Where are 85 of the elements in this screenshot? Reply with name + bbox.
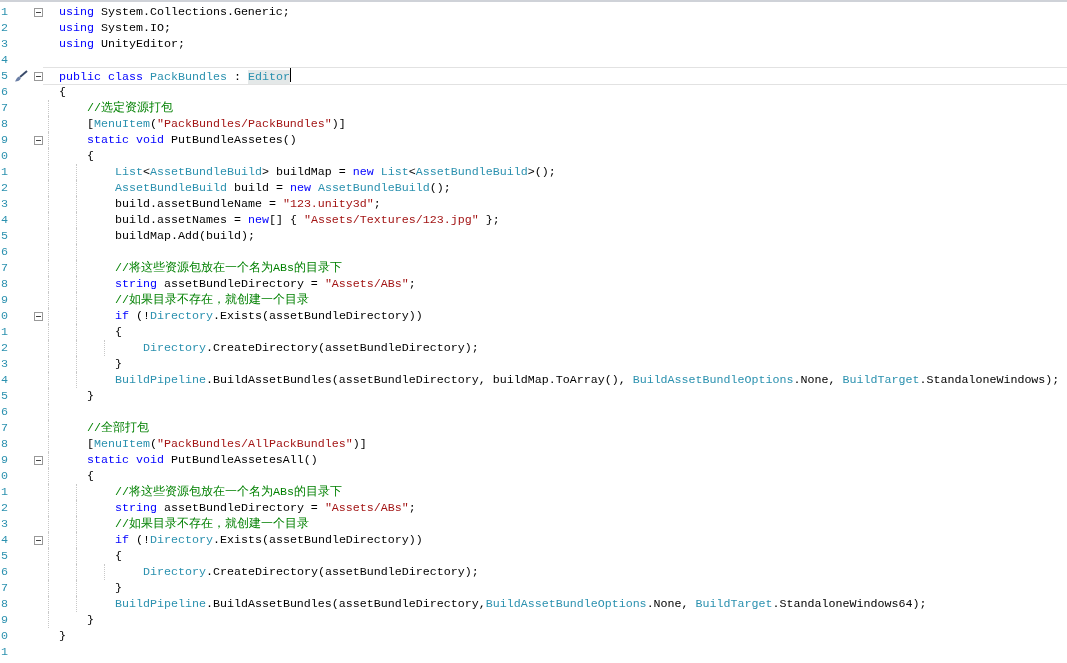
code-line: } — [87, 388, 94, 404]
code-line: //将这些资源包放在一个名为ABs的目录下 — [115, 484, 342, 500]
line-number: 9 — [0, 452, 8, 468]
line-number: 5 — [0, 228, 8, 244]
code-line: string assetBundleDirectory = "Assets/ABs"; — [115, 276, 416, 292]
line-number: 8 — [0, 276, 8, 292]
line-number: 4 — [0, 212, 8, 228]
code-line: AssetBundleBuild build = new AssetBundleBuild(); — [115, 180, 451, 196]
line-number: 7 — [0, 260, 8, 276]
line-number: 8 — [0, 436, 8, 452]
line-number: 2 — [0, 340, 8, 356]
code-line: BuildPipeline.BuildAssetBundles(assetBundleDirectory,BuildAssetBundleOptions.None, BuildTarget.StandaloneWindows64); — [115, 596, 927, 612]
code-line: [MenuItem("PackBundles/PackBundles")] — [87, 116, 346, 132]
code-line: Directory.CreateDirectory(assetBundleDirectory); — [143, 564, 479, 580]
code-line: } — [87, 612, 94, 628]
code-line: { — [87, 468, 94, 484]
code-line: } — [59, 628, 66, 644]
code-line: { — [115, 548, 122, 564]
line-number: 6 — [0, 404, 8, 420]
line-number: 1 — [0, 4, 8, 20]
code-line: public class PackBundles : Editor — [59, 68, 291, 85]
line-number: 3 — [0, 36, 8, 52]
code-line: //如果目录不存在，就创建一个目录 — [115, 292, 309, 308]
code-line: //将这些资源包放在一个名为ABs的目录下 — [115, 260, 342, 276]
code-line: //选定资源打包 — [87, 100, 173, 116]
line-number: 5 — [0, 388, 8, 404]
collapse-icon[interactable] — [34, 135, 43, 145]
code-line: static void PutBundleAssetes() — [87, 132, 297, 148]
line-number: 9 — [0, 132, 8, 148]
code-line: build.assetNames = new[] { "Assets/Textures/123.jpg" }; — [115, 212, 500, 228]
line-number: 0 — [0, 308, 8, 324]
line-number: 0 — [0, 148, 8, 164]
code-line: string assetBundleDirectory = "Assets/ABs"; — [115, 500, 416, 516]
code-line: static void PutBundleAssetesAll() — [87, 452, 318, 468]
line-number: 5 — [0, 68, 8, 84]
code-line: [MenuItem("PackBundles/AllPackBundles")] — [87, 436, 367, 452]
line-number: 7 — [0, 100, 8, 116]
line-number: 8 — [0, 116, 8, 132]
line-number: 7 — [0, 580, 8, 596]
line-number: 4 — [0, 52, 8, 68]
code-line: { — [59, 84, 66, 100]
code-line: if (!Directory.Exists(assetBundleDirectory)) — [115, 308, 423, 324]
code-line: } — [115, 356, 122, 372]
line-number: 6 — [0, 244, 8, 260]
code-line: Directory.CreateDirectory(assetBundleDirectory); — [143, 340, 479, 356]
brush-icon[interactable] — [14, 69, 28, 83]
collapse-icon[interactable] — [34, 455, 43, 465]
code-line: if (!Directory.Exists(assetBundleDirectory)) — [115, 532, 423, 548]
line-number: 6 — [0, 564, 8, 580]
line-number: 4 — [0, 532, 8, 548]
line-number: 0 — [0, 468, 8, 484]
line-number: 1 — [0, 644, 8, 660]
line-number: 4 — [0, 372, 8, 388]
line-number: 3 — [0, 516, 8, 532]
line-number: 3 — [0, 356, 8, 372]
line-number: 9 — [0, 292, 8, 308]
line-number: 2 — [0, 20, 8, 36]
line-number: 5 — [0, 548, 8, 564]
line-number: 3 — [0, 196, 8, 212]
collapse-icon[interactable] — [34, 311, 43, 321]
line-number: 1 — [0, 324, 8, 340]
line-number: 9 — [0, 612, 8, 628]
line-number: 7 — [0, 420, 8, 436]
collapse-icon[interactable] — [34, 7, 43, 17]
line-number: 1 — [0, 484, 8, 500]
line-number: 2 — [0, 180, 8, 196]
code-line: using System.Collections.Generic; — [59, 4, 290, 20]
code-line: using System.IO; — [59, 20, 171, 36]
code-line: using UnityEditor; — [59, 36, 185, 52]
code-line: } — [115, 580, 122, 596]
code-line: //如果目录不存在，就创建一个目录 — [115, 516, 309, 532]
code-line: BuildPipeline.BuildAssetBundles(assetBundleDirectory, buildMap.ToArray(), BuildAssetBundleOptions.None, BuildTarget.StandaloneWindows); — [115, 372, 1060, 388]
code-line: { — [87, 148, 94, 164]
line-number: 6 — [0, 84, 8, 100]
collapse-icon[interactable] — [34, 71, 43, 81]
code-line: List<AssetBundleBuild> buildMap = new List<AssetBundleBuild>(); — [115, 164, 556, 180]
code-line: //全部打包 — [87, 420, 149, 436]
code-line: { — [115, 324, 122, 340]
code-line: build.assetBundleName = "123.unity3d"; — [115, 196, 381, 212]
line-number: 8 — [0, 596, 8, 612]
code-line: buildMap.Add(build); — [115, 228, 255, 244]
collapse-icon[interactable] — [34, 535, 43, 545]
line-number: 1 — [0, 164, 8, 180]
line-number: 2 — [0, 500, 8, 516]
line-number: 0 — [0, 628, 8, 644]
